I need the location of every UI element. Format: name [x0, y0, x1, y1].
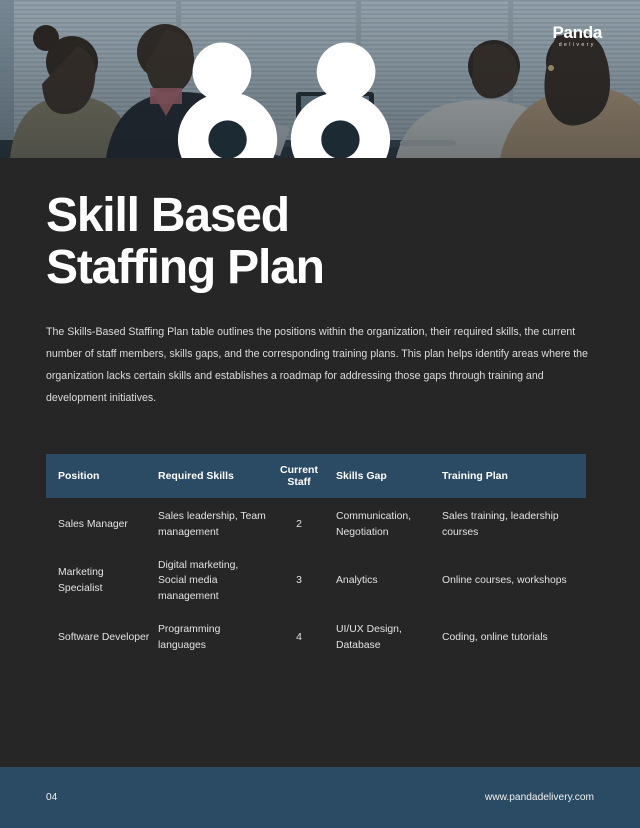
cell-position: Sales Manager: [58, 518, 128, 530]
panda-face-icon: [177, 42, 391, 158]
cell-required-skills: Sales leadership, Team management: [158, 510, 266, 538]
page-content: Skill Based Staffing Plan The Skills-Bas…: [0, 189, 640, 665]
footer-page-number: 04: [46, 792, 58, 803]
cell-skills-gap: UI/UX Design, Database: [336, 624, 402, 651]
table-body: Sales Manager Sales leadership, Team man…: [46, 498, 586, 665]
cell-current-staff: 4: [296, 632, 302, 644]
cell-skills-gap: Communication, Negotiation: [336, 510, 412, 538]
cell-training-plan: Online courses, workshops: [442, 575, 567, 587]
table-row: Marketing Specialist Digital marketing, …: [46, 552, 586, 611]
column-header-skills-gap: Skills Gap: [336, 469, 387, 482]
cell-position: Software Developer: [58, 632, 150, 644]
cell-current-staff: 3: [296, 575, 302, 587]
page-footer: 04 www.pandadelivery.com: [0, 767, 640, 828]
cell-position: Marketing Specialist: [58, 567, 104, 595]
table-header-row: Position Required Skills Current Staff S…: [46, 453, 586, 498]
column-header-training-plan: Training Plan: [442, 469, 508, 482]
page-title: Skill Based Staffing Plan: [46, 189, 594, 295]
page-title-line-1: Skill Based: [46, 189, 290, 242]
table-row: Software Developer Programming languages…: [46, 611, 586, 665]
brand-logo: Panda delivery: [177, 24, 602, 158]
table-row: Sales Manager Sales leadership, Team man…: [46, 498, 586, 552]
cell-training-plan: Sales training, leadership courses: [442, 510, 559, 538]
column-header-required-skills: Required Skills: [158, 469, 234, 482]
column-header-current-staff-line-2: Staff: [287, 475, 311, 488]
footer-website[interactable]: www.pandadelivery.com: [485, 792, 594, 803]
cell-skills-gap: Analytics: [336, 575, 378, 587]
intro-paragraph: The Skills-Based Staffing Plan table out…: [46, 325, 588, 405]
cell-required-skills: Digital marketing, Social media manageme…: [158, 559, 239, 603]
staffing-plan-table: Position Required Skills Current Staff S…: [46, 453, 586, 665]
cell-training-plan: Coding, online tutorials: [442, 632, 548, 644]
column-header-position: Position: [58, 469, 100, 482]
cell-required-skills: Programming languages: [158, 624, 221, 651]
column-header-current-staff: Current Staff: [268, 457, 330, 495]
hero-image: Panda delivery: [0, 0, 640, 158]
page-title-line-2: Staffing Plan: [46, 241, 325, 295]
column-header-current-staff-line-1: Current: [280, 463, 318, 476]
cell-current-staff: 2: [296, 518, 302, 530]
